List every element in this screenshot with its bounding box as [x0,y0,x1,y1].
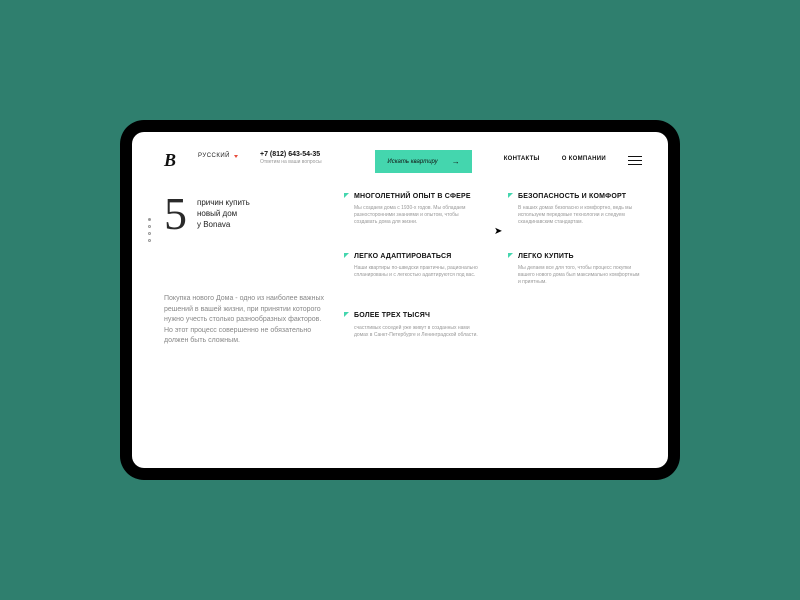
card-body: В наших домах безопасно и комфортно, вед… [518,205,642,226]
card-buy: ЛЕГКО КУПИТЬ Мы делаем все для того, что… [508,253,642,295]
card-body: Наши квартиры по-шведски практичны, раци… [354,265,478,279]
cards-grid: МНОГОЛЕТНИЙ ОПЫТ В СФЕРЕ Мы создаем дома… [344,193,642,347]
card-title: БОЛЕЕ ТРЕХ ТЫСЯЧ [354,312,478,320]
tablet-frame: B РУССКИЙ +7 (812) 643-54-35 Ответим на … [120,120,680,480]
headline: 5 причин купить новый дом у Bonava [164,193,324,234]
card-title: ЛЕГКО КУПИТЬ [518,253,642,261]
hamburger-menu-icon[interactable] [628,156,642,168]
card-title: БЕЗОПАСНОСТЬ И КОМФОРТ [518,193,642,201]
header: B РУССКИЙ +7 (812) 643-54-35 Ответим на … [164,150,642,173]
phone-subtitle: Ответим на ваши вопросы [260,159,322,165]
phone-block: +7 (812) 643-54-35 Ответим на ваши вопро… [260,151,322,165]
language-switcher[interactable]: РУССКИЙ [198,153,238,159]
nav-about[interactable]: О КОМПАНИИ [562,156,606,162]
card-body: Мы делаем все для того, чтобы процесс по… [518,265,642,286]
cta-label: Искать квартиру [387,159,437,165]
page-indicator[interactable] [148,218,151,242]
nav-contacts[interactable]: КОНТАКТЫ [504,156,540,162]
card-title: ЛЕГКО АДАПТИРОВАТЬСЯ [354,253,478,261]
arrow-right-icon: → [452,157,460,166]
main-content: 5 причин купить новый дом у Bonava Покуп… [164,193,642,347]
card-adapt: ЛЕГКО АДАПТИРОВАТЬСЯ Наши квартиры по-шв… [344,253,478,295]
card-thousands: БОЛЕЕ ТРЕХ ТЫСЯЧ счастливых соседей уже … [344,312,478,347]
screen: B РУССКИЙ +7 (812) 643-54-35 Ответим на … [132,132,668,468]
card-body: счастливых соседей уже живут в созданных… [354,325,478,339]
headline-number: 5 [164,193,187,234]
logo[interactable]: B [164,150,176,171]
card-title: МНОГОЛЕТНИЙ ОПЫТ В СФЕРЕ [354,193,478,201]
headline-text: причин купить новый дом у Bonava [197,193,250,234]
left-column: 5 причин купить новый дом у Bonava Покуп… [164,193,324,347]
phone-number[interactable]: +7 (812) 643-54-35 [260,151,322,158]
intro-text: Покупка нового Дома - одно из наиболее в… [164,294,324,347]
card-experience: МНОГОЛЕТНИЙ ОПЫТ В СФЕРЕ Мы создаем дома… [344,193,478,235]
card-body: Мы создаем дома с 1930-х годов. Мы облад… [354,205,478,226]
card-safety: БЕЗОПАСНОСТЬ И КОМФОРТ В наших домах без… [508,193,642,235]
search-apartment-button[interactable]: Искать квартиру → [375,150,471,173]
